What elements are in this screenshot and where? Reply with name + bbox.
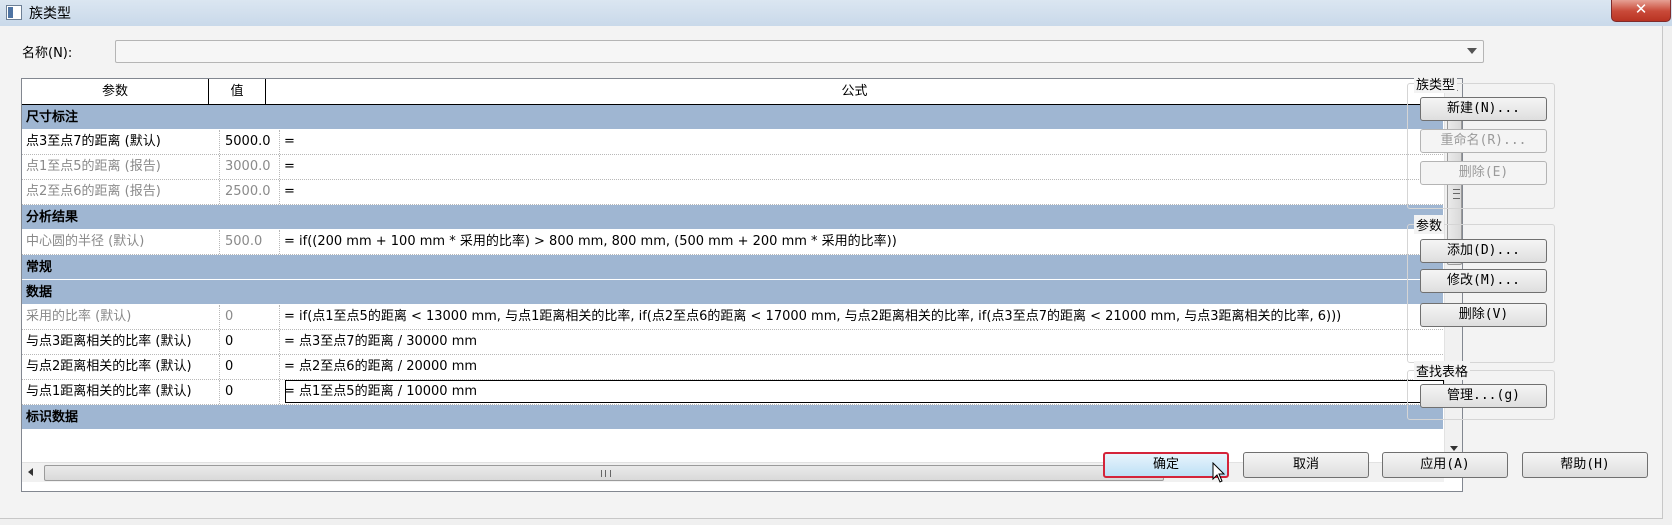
table-row[interactable]: 点3至点7的距离 (默认) 5000.0 = bbox=[22, 130, 1443, 155]
table-row[interactable]: 点1至点5的距离 (报告) 3000.0 = bbox=[22, 155, 1443, 180]
group-row[interactable]: 分析结果 bbox=[22, 205, 1443, 230]
parameter-name-cell[interactable]: 中心圆的半径 (默认) bbox=[22, 230, 220, 254]
horizontal-scroll-thumb[interactable] bbox=[44, 465, 1164, 481]
window-title: 族类型 bbox=[29, 6, 71, 22]
group-row[interactable]: 尺寸标注 bbox=[22, 105, 1443, 130]
add-parameter-button[interactable]: 添加(D)... bbox=[1420, 239, 1547, 263]
delete-parameter-button[interactable]: 删除(V) bbox=[1420, 303, 1547, 327]
parameter-name-cell[interactable]: 与点2距离相关的比率 (默认) bbox=[22, 355, 220, 379]
parameter-name-cell[interactable]: 点2至点6的距离 (报告) bbox=[22, 180, 220, 204]
parameter-name-cell[interactable]: 点3至点7的距离 (默认) bbox=[22, 130, 220, 154]
grip-icon bbox=[601, 470, 611, 477]
ok-button[interactable]: 确定 bbox=[1103, 452, 1229, 478]
parameter-value-cell[interactable]: 500.0 bbox=[220, 230, 280, 254]
parameter-value-cell[interactable]: 0 bbox=[220, 355, 280, 379]
cancel-button[interactable]: 取消 bbox=[1243, 452, 1369, 478]
table-row[interactable]: 与点3距离相关的比率 (默认) 0 = 点3至点7的距离 / 30000 mm bbox=[22, 330, 1443, 355]
delete-type-button[interactable]: 删除(E) bbox=[1420, 161, 1547, 185]
parameter-formula-cell[interactable]: = bbox=[281, 155, 1443, 179]
table-row[interactable]: 采用的比率 (默认) 0 = if(点1至点5的距离 < 13000 mm, 与点1… bbox=[22, 305, 1443, 330]
parameter-formula-cell[interactable]: = if(点1至点5的距离 < 13000 mm, 与点1距离相关的比率, if… bbox=[281, 305, 1443, 329]
parameter-name-cell[interactable]: 与点3距离相关的比率 (默认) bbox=[22, 330, 220, 354]
table-row[interactable]: 与点2距离相关的比率 (默认) 0 = 点2至点6的距离 / 20000 mm bbox=[22, 355, 1443, 380]
title-bar: 族类型 ✕ bbox=[0, 0, 1672, 26]
parameter-name-cell[interactable]: 与点1距离相关的比率 (默认) bbox=[22, 380, 220, 404]
group-row[interactable]: 标识数据 bbox=[22, 405, 1443, 430]
mouse-cursor-icon bbox=[1212, 462, 1226, 483]
parameter-value-cell[interactable]: 0 bbox=[220, 305, 280, 329]
parameter-formula-cell[interactable]: = bbox=[281, 130, 1443, 154]
apply-button[interactable]: 应用(A) bbox=[1382, 452, 1508, 478]
dialog-body: 名称(N): 参数 值 公式 尺寸标注 点3至点7的距离 (默认) 5000.0 = 点… bbox=[0, 26, 1672, 525]
lookup-tables-group: 查找表格 管理...(g) bbox=[1407, 361, 1555, 420]
help-button[interactable]: 帮助(H) bbox=[1522, 452, 1648, 478]
parameter-value-cell[interactable]: 5000.0 bbox=[220, 130, 280, 154]
app-icon bbox=[6, 5, 22, 20]
parameter-value-cell[interactable]: 0 bbox=[220, 380, 280, 404]
lookup-tables-title: 查找表格 bbox=[1414, 361, 1471, 380]
parameter-value-cell[interactable]: 0 bbox=[220, 330, 280, 354]
dialog-panel: 名称(N): 参数 值 公式 尺寸标注 点3至点7的距离 (默认) 5000.0 = 点… bbox=[0, 26, 1663, 519]
name-dropdown[interactable] bbox=[115, 40, 1484, 63]
horizontal-scrollbar[interactable] bbox=[22, 462, 1444, 482]
column-header-formula[interactable]: 公式 bbox=[266, 79, 1443, 105]
group-row[interactable]: 数据 bbox=[22, 280, 1443, 305]
parameter-name-cell[interactable]: 点1至点5的距离 (报告) bbox=[22, 155, 220, 179]
parameter-value-cell[interactable]: 3000.0 bbox=[220, 155, 280, 179]
modify-parameter-button[interactable]: 修改(M)... bbox=[1420, 269, 1547, 293]
table-row[interactable]: 与点1距离相关的比率 (默认) 0 = 点1至点5的距离 / 10000 mm bbox=[22, 380, 1444, 405]
scroll-down-arrow-icon[interactable] bbox=[1450, 446, 1458, 451]
chevron-down-icon[interactable] bbox=[1467, 48, 1477, 54]
family-types-title: 族类型 bbox=[1414, 74, 1458, 93]
formula-edit-box[interactable] bbox=[285, 380, 1444, 403]
parameter-table: 参数 值 公式 尺寸标注 点3至点7的距离 (默认) 5000.0 = 点1至点5的距离… bbox=[21, 78, 1463, 492]
table-row[interactable]: 点2至点6的距离 (报告) 2500.0 = bbox=[22, 180, 1443, 205]
table-body: 尺寸标注 点3至点7的距离 (默认) 5000.0 = 点1至点5的距离 (报告) 300… bbox=[22, 105, 1444, 430]
parameter-formula-cell[interactable]: = bbox=[281, 180, 1443, 204]
table-row[interactable]: 中心圆的半径 (默认) 500.0 = if((200 mm + 100 mm * … bbox=[22, 230, 1443, 255]
rename-type-button[interactable]: 重命名(R)... bbox=[1420, 129, 1547, 153]
name-label: 名称(N): bbox=[22, 46, 73, 61]
new-type-button[interactable]: 新建(N)... bbox=[1420, 97, 1547, 121]
parameter-formula-cell[interactable]: = 点2至点6的距离 / 20000 mm bbox=[281, 355, 1443, 379]
group-row[interactable]: 常规 bbox=[22, 255, 1443, 280]
family-types-group: 族类型 新建(N)... 重命名(R)... 删除(E) bbox=[1407, 74, 1555, 209]
manage-lookup-button[interactable]: 管理...(g) bbox=[1420, 384, 1547, 408]
parameter-formula-cell[interactable]: = if((200 mm + 100 mm * 采用的比率) > 800 mm,… bbox=[281, 230, 1443, 254]
parameter-value-cell[interactable]: 2500.0 bbox=[220, 180, 280, 204]
close-button[interactable]: ✕ bbox=[1611, 0, 1671, 22]
scroll-left-arrow-icon[interactable] bbox=[28, 468, 33, 476]
column-header-parameter[interactable]: 参数 bbox=[22, 79, 209, 105]
parameters-group: 参数 添加(D)... 修改(M)... 删除(V) bbox=[1407, 215, 1555, 363]
parameter-name-cell[interactable]: 采用的比率 (默认) bbox=[22, 305, 220, 329]
parameters-title: 参数 bbox=[1414, 215, 1445, 234]
parameter-formula-cell[interactable]: = 点3至点7的距离 / 30000 mm bbox=[281, 330, 1443, 354]
column-header-value[interactable]: 值 bbox=[209, 79, 266, 105]
